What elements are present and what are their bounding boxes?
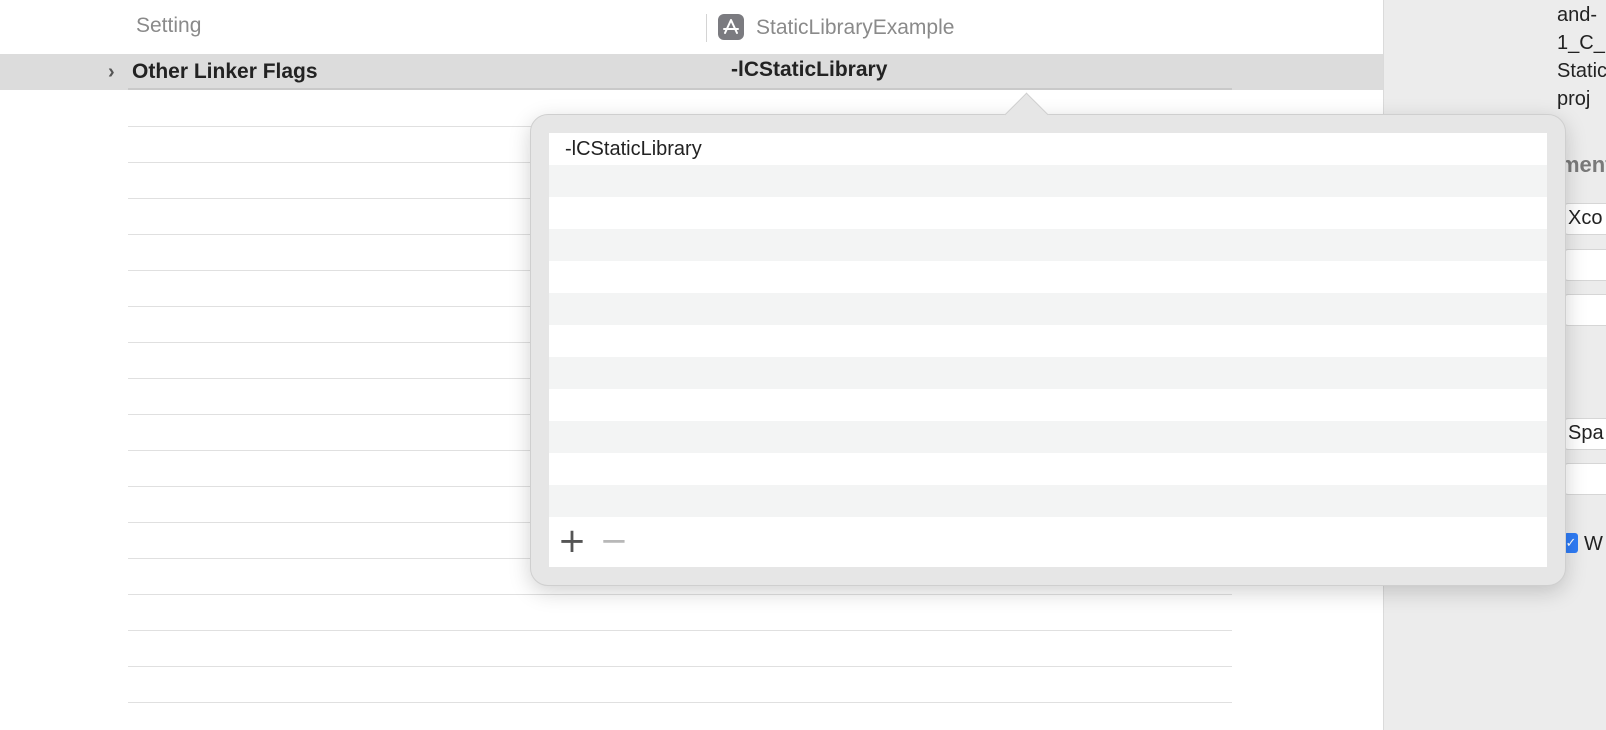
remove-flag-button[interactable]: − [599, 524, 629, 558]
row-divider [128, 630, 1232, 631]
setting-value[interactable]: -lCStaticLibrary [731, 58, 887, 82]
list-item[interactable] [549, 325, 1547, 357]
project-path-line: proj [1557, 88, 1591, 110]
inspector-field[interactable] [1564, 294, 1606, 326]
row-divider [128, 666, 1232, 667]
checkbox[interactable]: ✓ [1564, 533, 1578, 553]
list-item[interactable] [549, 453, 1547, 485]
list-item[interactable] [549, 261, 1547, 293]
row-divider [128, 702, 1232, 703]
list-item[interactable] [549, 165, 1547, 197]
target-column-header[interactable]: StaticLibraryExample [756, 16, 954, 40]
flag-list[interactable]: -lCStaticLibrary + − [549, 133, 1547, 567]
setting-column-header[interactable]: Setting [136, 14, 201, 38]
inspector-field[interactable] [1564, 249, 1606, 281]
checkbox-label: W [1584, 533, 1603, 555]
list-item[interactable] [549, 389, 1547, 421]
linker-flags-popover: -lCStaticLibrary + − [530, 92, 1566, 586]
chevron-right-icon[interactable]: › [108, 61, 115, 84]
list-item[interactable] [549, 485, 1547, 517]
row-divider [128, 88, 1232, 90]
add-flag-button[interactable]: + [557, 524, 587, 558]
inspector-section-title: ment [1560, 152, 1606, 177]
list-controls: + − [549, 519, 1547, 567]
list-item[interactable] [549, 293, 1547, 325]
setting-row-other-linker-flags[interactable]: › Other Linker Flags -lCStaticLibrary [0, 54, 1383, 90]
project-path-line: Static [1557, 60, 1606, 82]
project-path-line: and- [1557, 4, 1598, 26]
inspector-field[interactable] [1564, 463, 1606, 495]
inspector-field[interactable]: Xco [1564, 203, 1606, 235]
list-item[interactable] [549, 197, 1547, 229]
inspector-field-value: Spa [1568, 422, 1604, 444]
row-divider [128, 594, 1232, 595]
column-divider [706, 14, 707, 42]
inspector-field-value: Xco [1568, 207, 1603, 229]
list-item[interactable] [549, 357, 1547, 389]
setting-name: Other Linker Flags [132, 60, 318, 83]
inspector-field[interactable]: Spa [1564, 418, 1606, 450]
list-item[interactable] [549, 421, 1547, 453]
list-item[interactable]: -lCStaticLibrary [549, 133, 1547, 165]
app-target-icon [718, 14, 744, 40]
list-item[interactable] [549, 229, 1547, 261]
project-path-line: 1_C_ [1557, 32, 1605, 54]
